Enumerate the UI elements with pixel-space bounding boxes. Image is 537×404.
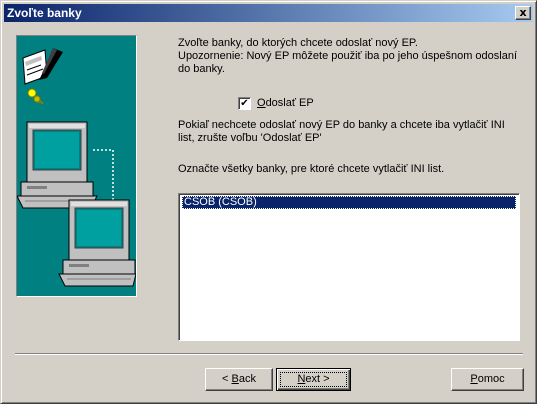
warning-line: Upozornenie: Nový EP môžete použiť iba p… [178, 50, 518, 75]
send-ep-accel: O [257, 97, 266, 109]
wizard-window: Zvoľte banky x Zvoľte banky, do ktorých … [0, 0, 537, 404]
info-text: Pokiaľ nechcete odoslať nový EP do banky… [178, 119, 505, 144]
focus-rect [280, 372, 347, 387]
help-rest: omoc [477, 373, 505, 385]
send-ep-label[interactable]: Odoslať EP [257, 97, 314, 110]
wizard-illustration [16, 35, 137, 297]
divider [15, 353, 523, 355]
help-button[interactable]: Pomoc [451, 368, 524, 391]
back-button[interactable]: < Back [205, 368, 273, 391]
list-item[interactable]: CSOB (CSOB) [182, 196, 516, 209]
close-button[interactable]: x [515, 6, 531, 20]
bank-listbox[interactable]: CSOB (CSOB) [178, 193, 520, 341]
illustration-svg [17, 48, 136, 287]
title-bar[interactable]: Zvoľte banky x [4, 4, 533, 22]
intro-text: Zvoľte banky, do ktorých chcete odoslať … [178, 37, 523, 76]
bank-list-label: Označte všetky banky, pre ktoré chcete v… [178, 163, 445, 175]
back-accel: B [231, 373, 239, 385]
send-ep-checkbox[interactable]: ✔ [238, 97, 251, 110]
document-pen-icon [22, 48, 63, 85]
window-title: Zvoľte banky [7, 6, 82, 20]
intro-line: Zvoľte banky, do ktorých chcete odoslať … [178, 37, 418, 49]
check-icon: ✔ [240, 98, 249, 109]
computer-icon [17, 121, 98, 209]
back-prefix: < [222, 373, 232, 385]
keys-icon [27, 88, 44, 105]
close-icon: x [519, 6, 527, 19]
help-accel: P [470, 373, 478, 385]
next-button[interactable]: Next > [276, 368, 351, 391]
back-rest: ack [238, 373, 256, 385]
send-ep-label-rest: doslať EP [265, 97, 314, 109]
computer-icon [58, 199, 136, 287]
